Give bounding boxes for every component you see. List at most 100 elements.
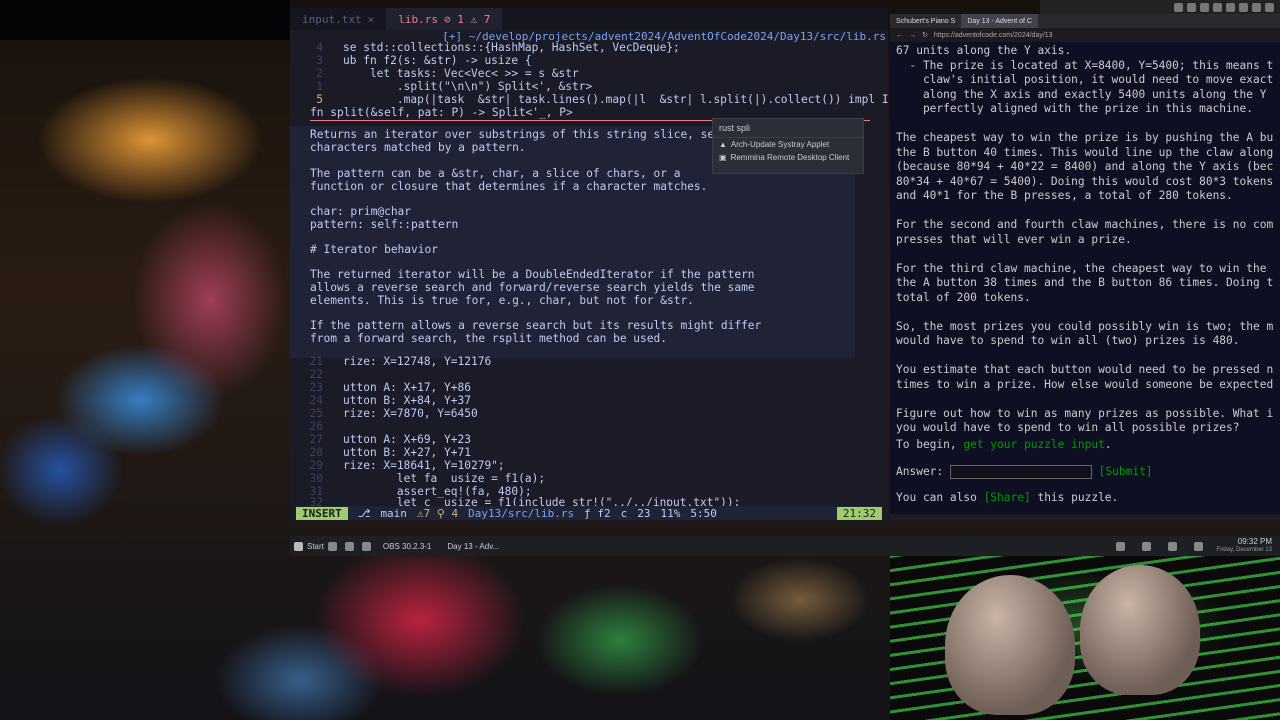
extension-icon[interactable]: [1200, 2, 1209, 12]
launcher-result[interactable]: ▣ Remmina Remote Desktop Client: [713, 151, 863, 164]
code-line[interactable]: 21 rize: X=12748, Y=12176: [290, 355, 492, 368]
line-number: 5: [316, 93, 323, 106]
code-line[interactable]: 30 let fa usize = f1(a);: [290, 472, 546, 485]
doc-heading: # Iterator behavior: [310, 243, 438, 256]
close-icon[interactable]: ×: [368, 13, 375, 26]
extension-icon[interactable]: [1187, 2, 1196, 12]
extension-icon[interactable]: [1265, 2, 1274, 12]
address-bar[interactable]: ← → ↻ https://adventofcode.com/2024/day/…: [890, 28, 1280, 42]
code-line[interactable]: 1 .split("\n\n") Split<', &str>: [290, 80, 592, 93]
extension-icon[interactable]: [1239, 2, 1248, 12]
taskbar-app-browser[interactable]: Day 13 - Adv...: [447, 542, 499, 551]
status-line: INSERT ⎇ main ⚠7 ⚲ 4 Day13/src/lib.rs ƒ f…: [296, 506, 882, 520]
start-button[interactable]: Start: [307, 542, 324, 551]
line-number: 3: [316, 54, 323, 67]
status-file: Day13/src/lib.rs: [468, 506, 575, 520]
line-number: 27: [309, 433, 323, 446]
clock-time: 09:32 PM: [1237, 537, 1272, 546]
answer-input[interactable]: [949, 465, 1092, 479]
current-function: ƒ f2: [584, 506, 611, 520]
line-number: 25: [309, 407, 323, 420]
tab-input-txt[interactable]: input.txt ×: [290, 8, 386, 30]
begin-line: To begin, get your puzzle input.: [896, 438, 1112, 453]
puzzle-text-line: presses that will ever win a prize.: [896, 232, 1132, 246]
code-line[interactable]: 26: [290, 420, 343, 433]
top-left-dark-area: [0, 0, 290, 40]
app-icon[interactable]: [344, 541, 354, 551]
taskbar-app-obs[interactable]: OBS 30.2.3-1: [383, 542, 431, 551]
code-text: utton A: X+17, Y+86: [343, 381, 471, 394]
code-line[interactable]: 25 rize: X=7870, Y=6450: [290, 407, 478, 420]
reload-icon[interactable]: ↻: [922, 31, 928, 39]
current-code-line[interactable]: 5 .map(|task &str| task.lines().map(|l &…: [290, 93, 888, 106]
line-number: 29: [309, 459, 323, 472]
extension-icon[interactable]: [1252, 2, 1261, 12]
horizontal-scrollbar[interactable]: [890, 514, 1280, 522]
code-line[interactable]: 27 utton A: X+69, Y+23: [290, 433, 471, 446]
doc-line: characters matched by a pattern.: [310, 141, 526, 154]
launcher-search-input[interactable]: rust spli: [713, 119, 863, 138]
line-number: 26: [309, 420, 323, 433]
doc-line: Returns an iterator over substrings of t…: [310, 128, 735, 141]
extension-icon[interactable]: [1174, 2, 1183, 12]
puzzle-input-link[interactable]: get your puzzle input: [963, 438, 1104, 451]
puzzle-text-line: So, the most prizes you could possibly w…: [896, 319, 1274, 333]
code-line[interactable]: 3 ub fn f2(s: &str) -> usize {: [290, 54, 531, 67]
neovim-editor[interactable]: input.txt × lib.rs ⊘ 1 ⚠ 7 [+] ~/develop…: [290, 8, 888, 522]
network-icon[interactable]: [1194, 541, 1204, 551]
tab-lib-rs[interactable]: lib.rs ⊘ 1 ⚠ 7: [386, 8, 503, 30]
code-line[interactable]: 4 se std::collections::{HashMap, HashSet,…: [290, 41, 680, 54]
tray-icon[interactable]: [1116, 541, 1126, 551]
filetype: c: [620, 506, 628, 520]
taskbar: Start OBS 30.2.3-1 Day 13 - Adv... 09:32…: [290, 536, 1280, 556]
code-text: rize: X=7870, Y=6450: [343, 407, 478, 420]
puzzle-text-line: total of 200 tokens.: [896, 290, 1031, 304]
diagnostics: ⚠7 ⚲ 4: [416, 506, 459, 520]
volume-icon[interactable]: [1168, 541, 1178, 551]
line-number: 22: [309, 368, 323, 381]
system-tray: 09:32 PM Friday, December 13: [1112, 537, 1280, 555]
tray-icon[interactable]: [1142, 541, 1152, 551]
share-line: You can also [Share] this puzzle.: [896, 491, 1118, 506]
cursor-position: 5:50: [690, 506, 717, 520]
browser-tab-active[interactable]: Day 13 - Advent of C: [961, 14, 1038, 28]
puzzle-text-line: - The prize is located at X=8400, Y=5400…: [896, 58, 1274, 72]
submit-button[interactable]: [Submit]: [1099, 465, 1153, 478]
extension-icon[interactable]: [1213, 2, 1222, 12]
code-line[interactable]: 28 utton B: X+27, Y+71: [290, 446, 471, 459]
doc-line: The pattern can be a &str, char, a slice…: [310, 167, 681, 180]
clock[interactable]: 09:32 PM Friday, December 13: [1216, 537, 1272, 555]
share-link[interactable]: [Share]: [984, 491, 1031, 504]
count: 23: [637, 506, 651, 520]
start-icon[interactable]: [294, 541, 303, 551]
code-text: utton B: X+27, Y+71: [343, 446, 471, 459]
app-icon[interactable]: [361, 541, 371, 551]
forward-icon[interactable]: →: [909, 32, 916, 39]
extension-icon[interactable]: [1226, 2, 1235, 12]
browser-tab[interactable]: Schubert's Piano S: [890, 14, 961, 28]
line-number: 4: [316, 41, 323, 54]
browser-window[interactable]: Schubert's Piano S Day 13 - Advent of C …: [890, 14, 1280, 522]
app-icon: ▲: [719, 140, 727, 149]
begin-suffix: .: [1104, 438, 1112, 451]
browser-extension-bar: [1040, 0, 1280, 14]
launcher-result[interactable]: ▲ Arch-Update Systray Applet: [713, 138, 863, 151]
app-icon[interactable]: [327, 541, 337, 551]
app-launcher-popup[interactable]: rust spli ▲ Arch-Update Systray Applet ▣ R…: [712, 118, 864, 174]
puzzle-text-line: Figure out how to win as many prizes as …: [896, 406, 1274, 420]
puzzle-text-line: 80*34 + 40*67 = 5400). Doing this would …: [896, 174, 1274, 188]
puzzle-text-line: For the second and fourth claw machines,…: [896, 218, 1274, 231]
puzzle-text-line: You estimate that each button would need…: [896, 363, 1274, 376]
line-number: 30: [309, 472, 323, 485]
code-line[interactable]: 23 utton A: X+17, Y+86: [290, 381, 471, 394]
code-line[interactable]: 29 rize: X=18641, Y=10279";: [290, 459, 505, 472]
code-text: se std::collections::{HashMap, HashSet, …: [343, 41, 680, 54]
result-label: Arch-Update Systray Applet: [730, 140, 830, 149]
code-text: utton A: X+69, Y+23: [343, 433, 471, 446]
code-line[interactable]: 24 utton B: X+84, Y+37: [290, 394, 471, 407]
code-line[interactable]: 2 let tasks: Vec<Vec< >> = s &str: [290, 67, 579, 80]
code-line[interactable]: 22: [290, 368, 343, 381]
back-icon[interactable]: ←: [896, 32, 903, 39]
url-text[interactable]: https://adventofcode.com/2024/day/13: [934, 32, 1053, 39]
code-line[interactable]: 32 let c usize = f1(include_str!("../../…: [290, 496, 741, 506]
